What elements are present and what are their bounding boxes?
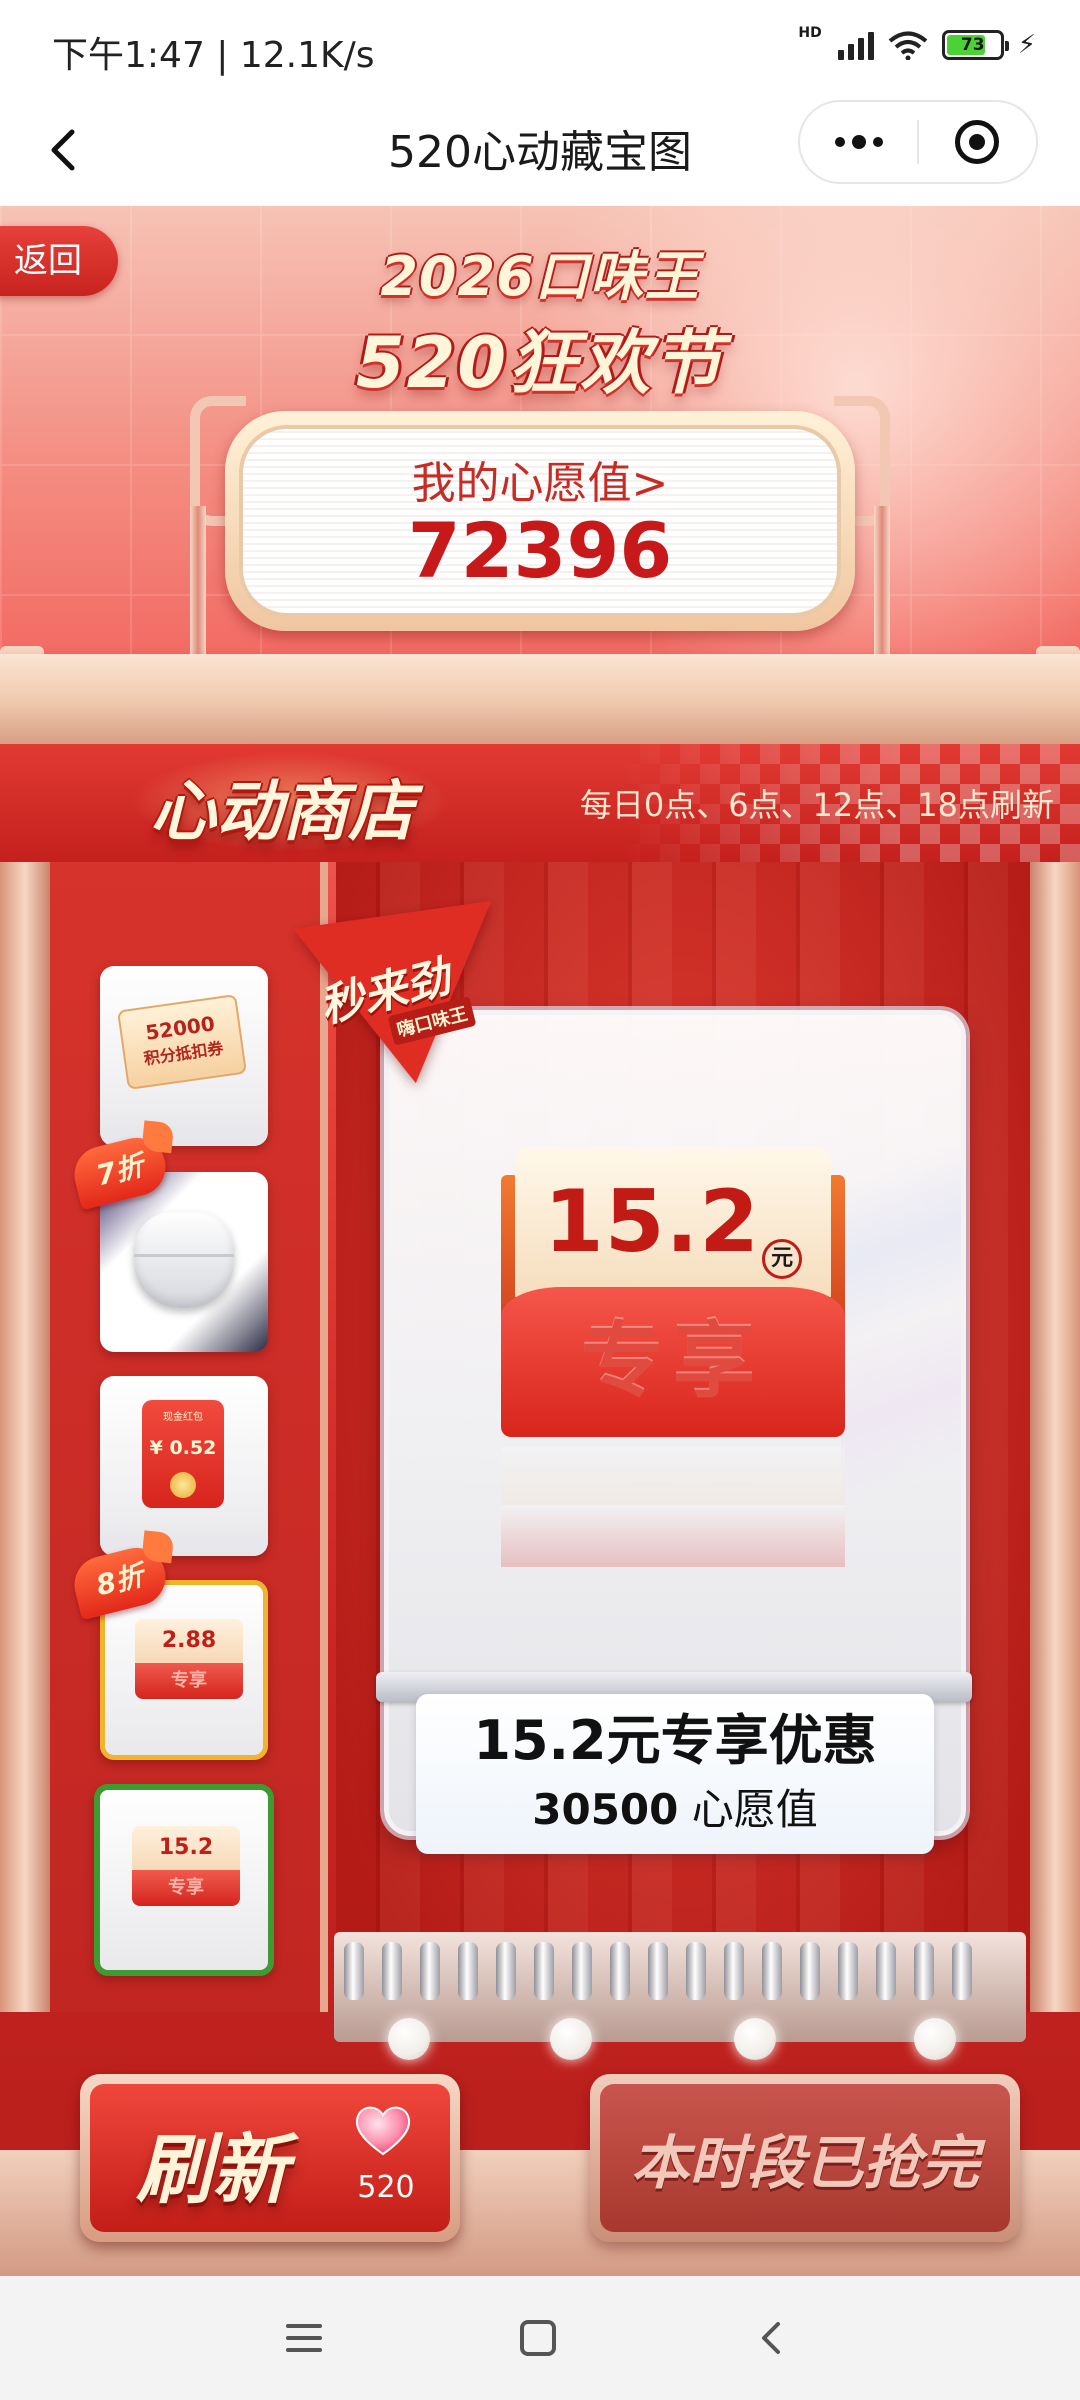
envelope-label: 现金红包 (163, 1412, 203, 1423)
prize-cost-unit: 心愿值 (691, 1785, 818, 1834)
refresh-button[interactable]: 刷新 520 (80, 2074, 460, 2242)
pillar-row (344, 1942, 972, 2000)
event-page: 返回 2026口味王 520狂欢节 我的心愿值> 72396 心动商店 每日0点… (0, 206, 1080, 2276)
thumbnail-points-coupon[interactable]: 52000 积分抵扣券 (100, 966, 268, 1146)
coupon-152-card: 15.2 专享 (132, 1826, 240, 1906)
mini-program-nav-bar: 520心动藏宝图 (0, 96, 1080, 206)
back-chevron-icon (762, 2322, 780, 2354)
red-envelope-icon: 现金红包 ¥ 0.52 (142, 1400, 224, 1508)
wifi-icon (888, 31, 928, 60)
wish-value-number: 72396 (407, 506, 673, 595)
home-square-icon (520, 2320, 556, 2356)
shop-banner: 心动商店 每日0点、6点、12点、18点刷新 (0, 744, 1080, 862)
featured-coupon: 15.2 元 专享 (501, 1147, 845, 1439)
stage-light (914, 2018, 956, 2060)
refresh-label: 刷新 (136, 2125, 288, 2214)
home-button[interactable] (510, 2310, 566, 2366)
points-coupon-card: 52000 积分抵扣券 (117, 994, 247, 1090)
stage-light (734, 2018, 776, 2060)
coupon-288-card: 2.88 专享 (135, 1619, 243, 1699)
status-icons: HD 73 ⚡ (798, 25, 1036, 60)
close-miniprogram-button[interactable] (919, 102, 1036, 182)
battery-level: 73 (960, 35, 985, 55)
recent-apps-button[interactable] (276, 2310, 332, 2366)
envelope-amount: ¥ 0.52 (149, 1437, 217, 1459)
logo-event-text: 520狂欢节 (355, 322, 725, 404)
sold-out-label: 本时段已抢完 (630, 2129, 979, 2197)
stage-light (550, 2018, 592, 2060)
charging-icon: ⚡ (1017, 30, 1036, 60)
more-options-button[interactable] (800, 102, 917, 182)
refresh-schedule-note: 每日0点、6点、12点、18点刷新 (579, 786, 1054, 824)
logo-brand-text: 2026口味王 (380, 245, 700, 308)
system-navigation-bar (0, 2276, 1080, 2400)
wish-value-label: 我的心愿值> (411, 458, 669, 509)
battery-icon: 73 (941, 30, 1009, 60)
cabinet-post-left (0, 862, 50, 2012)
heart-icon (355, 2106, 411, 2156)
coupon-288-label: 专享 (135, 1663, 243, 1699)
sold-out-button[interactable]: 本时段已抢完 (590, 2074, 1020, 2242)
prize-name: 15.2元专享优惠 (473, 1709, 877, 1772)
coupon-152-label: 专享 (132, 1870, 240, 1906)
thumbnail-cash-envelope[interactable]: 现金红包 ¥ 0.52 (100, 1376, 268, 1556)
coupon-288-amount: 2.88 (135, 1619, 243, 1663)
prize-info-plate: 15.2元专享优惠 30500 心愿值 (416, 1694, 934, 1854)
flash-sale-tag: 秒来劲 嗨口味王 (293, 900, 524, 1098)
more-dots-icon (834, 137, 845, 147)
featured-reflection (501, 1447, 845, 1567)
thumbnail-coupon-152-selected[interactable]: 15.2 专享 (94, 1784, 274, 1976)
prize-cost: 30500 心愿值 (416, 1780, 934, 1840)
featured-exclusive-label: 专享 (580, 1314, 765, 1409)
target-circle-icon (955, 120, 1000, 164)
prize-cost-value: 30500 (532, 1785, 679, 1834)
featured-amount: 15.2 (543, 1172, 761, 1272)
shop-roof-beam (0, 654, 1080, 744)
cabinet-post-right (1030, 862, 1080, 2012)
signal-icon (837, 30, 874, 60)
yuan-unit: 元 (762, 1238, 803, 1279)
refresh-cost: 520 (357, 2170, 415, 2205)
status-bar: 下午1:47 | 12.1K/s HD 73 ⚡ (0, 0, 1080, 96)
hd-label: HD (798, 25, 822, 41)
earbuds-icon (134, 1212, 234, 1308)
menu-icon (286, 2324, 322, 2352)
system-back-button[interactable] (744, 2310, 800, 2366)
coupon-152-amount: 15.2 (132, 1826, 240, 1870)
event-logo: 2026口味王 520狂欢节 (0, 232, 1080, 408)
status-time-speed: 下午1:47 | 12.1K/s (52, 35, 375, 76)
stage-light (388, 2018, 430, 2060)
wish-value-sign[interactable]: 我的心愿值> 72396 (225, 411, 855, 631)
shop-title: 心动商店 (150, 773, 414, 850)
menu-capsule (798, 100, 1038, 184)
